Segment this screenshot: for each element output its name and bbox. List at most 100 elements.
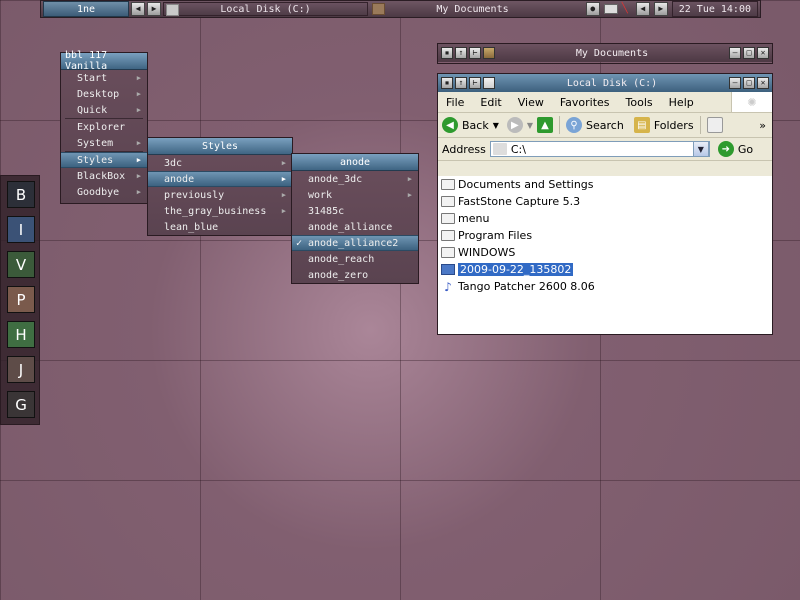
anode-item-anode-3dc[interactable]: anode_3dc ▶ [292, 171, 418, 187]
minimize-button[interactable]: – [729, 77, 741, 89]
menu-view[interactable]: View [510, 96, 552, 109]
launcher-button-p[interactable]: P [7, 286, 35, 313]
menu-bar: File Edit View Favorites Tools Help ✺ [438, 92, 772, 113]
anode-item-anode-reach[interactable]: anode_reach [292, 251, 418, 267]
anode-item-anode-alliance[interactable]: anode_alliance [292, 219, 418, 235]
my-documents-titlebar[interactable]: ▪ ↑ ⊢ My Documents – □ ✕ [438, 44, 772, 62]
window-next-button[interactable]: ▶ [653, 2, 668, 16]
local-disk-titlebar[interactable]: ▪ ↑ ⊢ Local Disk (C:) – □ ✕ [438, 74, 772, 92]
menu-item-blackbox[interactable]: BlackBox ▶ [61, 168, 147, 184]
style-item-anode[interactable]: anode ▶ [148, 171, 292, 187]
task-local-disk[interactable]: Local Disk (C:) [163, 2, 368, 16]
forward-icon[interactable]: ▶ [506, 117, 523, 133]
up-folder-icon[interactable]: ▲ [537, 117, 554, 133]
anode-item-anode-alliance2[interactable]: ✓ anode_alliance2 [292, 235, 418, 251]
menu-item-label: anode_3dc [308, 173, 363, 185]
close-button[interactable]: ✕ [757, 47, 769, 59]
search-button[interactable]: Search [586, 119, 624, 132]
submenu-arrow-icon: ▶ [136, 139, 141, 147]
workspace-next-button[interactable]: ▶ [147, 2, 161, 16]
root-menu: bbl 117 Vanilla Start ▶ Desktop ▶ Quick ▶ E… [60, 50, 148, 204]
forward-dropdown-icon[interactable]: ▼ [527, 121, 533, 130]
workspace-label[interactable]: 1ne [43, 1, 129, 17]
menu-item-goodbye[interactable]: Goodbye ▶ [61, 184, 147, 200]
menu-favorites[interactable]: Favorites [552, 96, 618, 109]
menu-item-quick[interactable]: Quick ▶ [61, 102, 147, 118]
drive-icon [492, 143, 507, 155]
menu-item-desktop[interactable]: Desktop ▶ [61, 86, 147, 102]
toolbar-overflow-button[interactable]: » [759, 119, 766, 132]
launcher-button-g[interactable]: G [7, 391, 35, 418]
menu-item-styles[interactable]: Styles ▶ [61, 152, 147, 168]
back-dropdown-icon[interactable]: ▼ [493, 121, 499, 130]
menu-tools[interactable]: Tools [618, 96, 661, 109]
views-icon[interactable] [706, 117, 723, 133]
file-item-program-files[interactable]: Program Files [438, 227, 772, 244]
style-item-3dc[interactable]: 3dc ▶ [148, 155, 292, 171]
address-dropdown-icon[interactable]: ▼ [692, 141, 709, 157]
menu-item-system[interactable]: System ▶ [61, 135, 147, 151]
file-item-documents-and-settings[interactable]: Documents and Settings [438, 176, 772, 193]
launcher-button-h[interactable]: H [7, 321, 35, 348]
window-prev-button[interactable]: ◀ [635, 2, 650, 16]
search-icon[interactable]: ⚲ [566, 117, 583, 133]
maximize-button[interactable]: □ [743, 77, 755, 89]
submenu-arrow-icon: ▶ [136, 74, 141, 82]
back-icon[interactable]: ◀ [442, 117, 458, 133]
go-button[interactable]: Go [738, 143, 753, 156]
style-item-the-gray-business[interactable]: the_gray_business ▶ [148, 203, 292, 219]
menu-help[interactable]: Help [661, 96, 702, 109]
slit: B I V P H J G [0, 175, 40, 425]
style-item-previously[interactable]: previously ▶ [148, 187, 292, 203]
anode-item-31485c[interactable]: 31485c [292, 203, 418, 219]
task-my-documents[interactable]: My Documents [370, 2, 575, 16]
menu-item-label: anode [164, 173, 195, 185]
system-tray: ● ╲ ◀ ▶ 22 Tue 14:00 [585, 1, 758, 17]
menu-file[interactable]: File [438, 96, 472, 109]
up-icon[interactable]: ↑ [455, 77, 467, 89]
minimize-button[interactable]: – [729, 47, 741, 59]
go-icon[interactable]: ➜ [717, 141, 734, 157]
launcher-button-b[interactable]: B [7, 181, 35, 208]
menu-item-label: 3dc [164, 157, 183, 169]
launcher-button-i[interactable]: I [7, 216, 35, 243]
file-item-screenshot[interactable]: 2009-09-22_135802 [438, 261, 772, 278]
submenu-arrow-icon: ▶ [136, 156, 141, 164]
file-item-faststone-capture[interactable]: FastStone Capture 5.3 [438, 193, 772, 210]
menu-item-label: Styles [77, 154, 114, 166]
network-icon[interactable] [603, 4, 618, 14]
folders-button[interactable]: Folders [654, 119, 694, 132]
menu-item-label: Desktop [77, 88, 120, 100]
address-bar: Address C:\ ▼ ➜ Go [438, 138, 772, 161]
clock[interactable]: 22 Tue 14:00 [671, 1, 758, 17]
volume-icon[interactable]: ╲ [622, 4, 632, 14]
up-icon[interactable]: ↑ [455, 47, 467, 59]
file-item-windows[interactable]: WINDOWS [438, 244, 772, 261]
folders-icon[interactable]: ▤ [633, 117, 650, 133]
menu-item-label: System [77, 137, 114, 149]
tray-icon[interactable]: ● [585, 2, 600, 16]
close-button[interactable]: ✕ [757, 77, 769, 89]
menu-item-explorer[interactable]: Explorer [61, 119, 147, 135]
file-item-tango-patcher[interactable]: ♪ Tango Patcher 2600 8.06 [438, 278, 772, 295]
explorer-toolbar: ◀ Back ▼ ▶ ▼ ▲ ⚲ Search ▤ Folders » [438, 113, 772, 138]
file-item-menu[interactable]: menu [438, 210, 772, 227]
menu-item-start[interactable]: Start ▶ [61, 70, 147, 86]
file-name: menu [458, 212, 490, 225]
workspace-prev-button[interactable]: ◀ [131, 2, 145, 16]
menu-edit[interactable]: Edit [472, 96, 509, 109]
launcher-button-v[interactable]: V [7, 251, 35, 278]
back-button[interactable]: Back [462, 119, 489, 132]
window-menu-button[interactable]: ▪ [441, 77, 453, 89]
submenu-arrow-icon: ▶ [281, 175, 286, 183]
anode-item-anode-zero[interactable]: anode_zero [292, 267, 418, 283]
anode-item-work[interactable]: work ▶ [292, 187, 418, 203]
launcher-button-j[interactable]: J [7, 356, 35, 383]
stick-icon[interactable]: ⊢ [469, 77, 481, 89]
stick-icon[interactable]: ⊢ [469, 47, 481, 59]
window-menu-button[interactable]: ▪ [441, 47, 453, 59]
maximize-button[interactable]: □ [743, 47, 755, 59]
style-item-lean-blue[interactable]: lean_blue [148, 219, 292, 235]
address-input[interactable]: C:\ ▼ [489, 141, 710, 157]
anode-menu-title: anode [292, 154, 418, 171]
